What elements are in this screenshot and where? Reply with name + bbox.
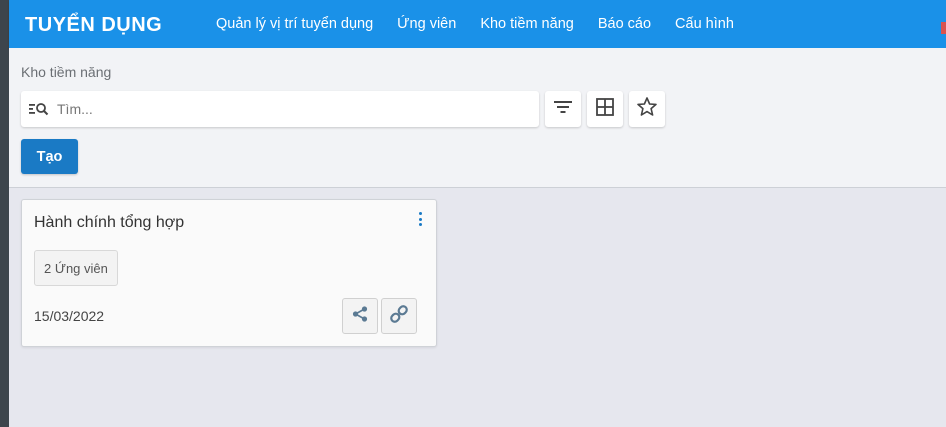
nav-item-reports[interactable]: Báo cáo xyxy=(598,16,651,32)
share-icon xyxy=(352,305,368,327)
share-button[interactable] xyxy=(342,298,378,334)
create-button[interactable]: Tạo xyxy=(21,139,78,174)
card-date: 15/03/2022 xyxy=(34,308,105,324)
card-title: Hành chính tổng hợp xyxy=(34,214,185,231)
breadcrumb: Kho tiềm năng xyxy=(21,64,112,80)
systray-indicator[interactable] xyxy=(941,22,946,34)
control-panel: Kho tiềm năng Tìm... Tạo xyxy=(9,48,946,188)
filter-button[interactable] xyxy=(545,91,581,127)
link-icon xyxy=(390,304,408,328)
nav-item-settings[interactable]: Cấu hình xyxy=(675,16,734,32)
star-icon xyxy=(637,97,657,121)
app-brand[interactable]: TUYỂN DỤNG xyxy=(25,14,162,37)
nav-item-candidates[interactable]: Ứng viên xyxy=(397,16,456,32)
main-menu: Quản lý vị trí tuyển dụng Ứng viên Kho t… xyxy=(216,0,758,48)
card-menu-icon[interactable] xyxy=(416,212,424,226)
talent-pool-card[interactable]: Hành chính tổng hợp 2 Ứng viên 15/03/202… xyxy=(21,199,437,347)
top-navbar: TUYỂN DỤNG Quản lý vị trí tuyển dụng Ứng… xyxy=(9,0,946,48)
search-icon xyxy=(29,101,49,117)
filter-icon xyxy=(554,100,572,119)
grid-icon xyxy=(596,97,614,121)
group-by-button[interactable] xyxy=(587,91,623,127)
search-input[interactable] xyxy=(57,101,527,117)
left-edge-strip xyxy=(0,0,9,427)
nav-item-job-positions[interactable]: Quản lý vị trí tuyển dụng xyxy=(216,16,373,32)
favorites-button[interactable] xyxy=(629,91,665,127)
nav-item-talent-pool[interactable]: Kho tiềm năng xyxy=(480,16,574,32)
copy-link-button[interactable] xyxy=(381,298,417,334)
search-box[interactable] xyxy=(21,91,539,127)
candidates-count-button[interactable]: 2 Ứng viên xyxy=(34,250,118,286)
